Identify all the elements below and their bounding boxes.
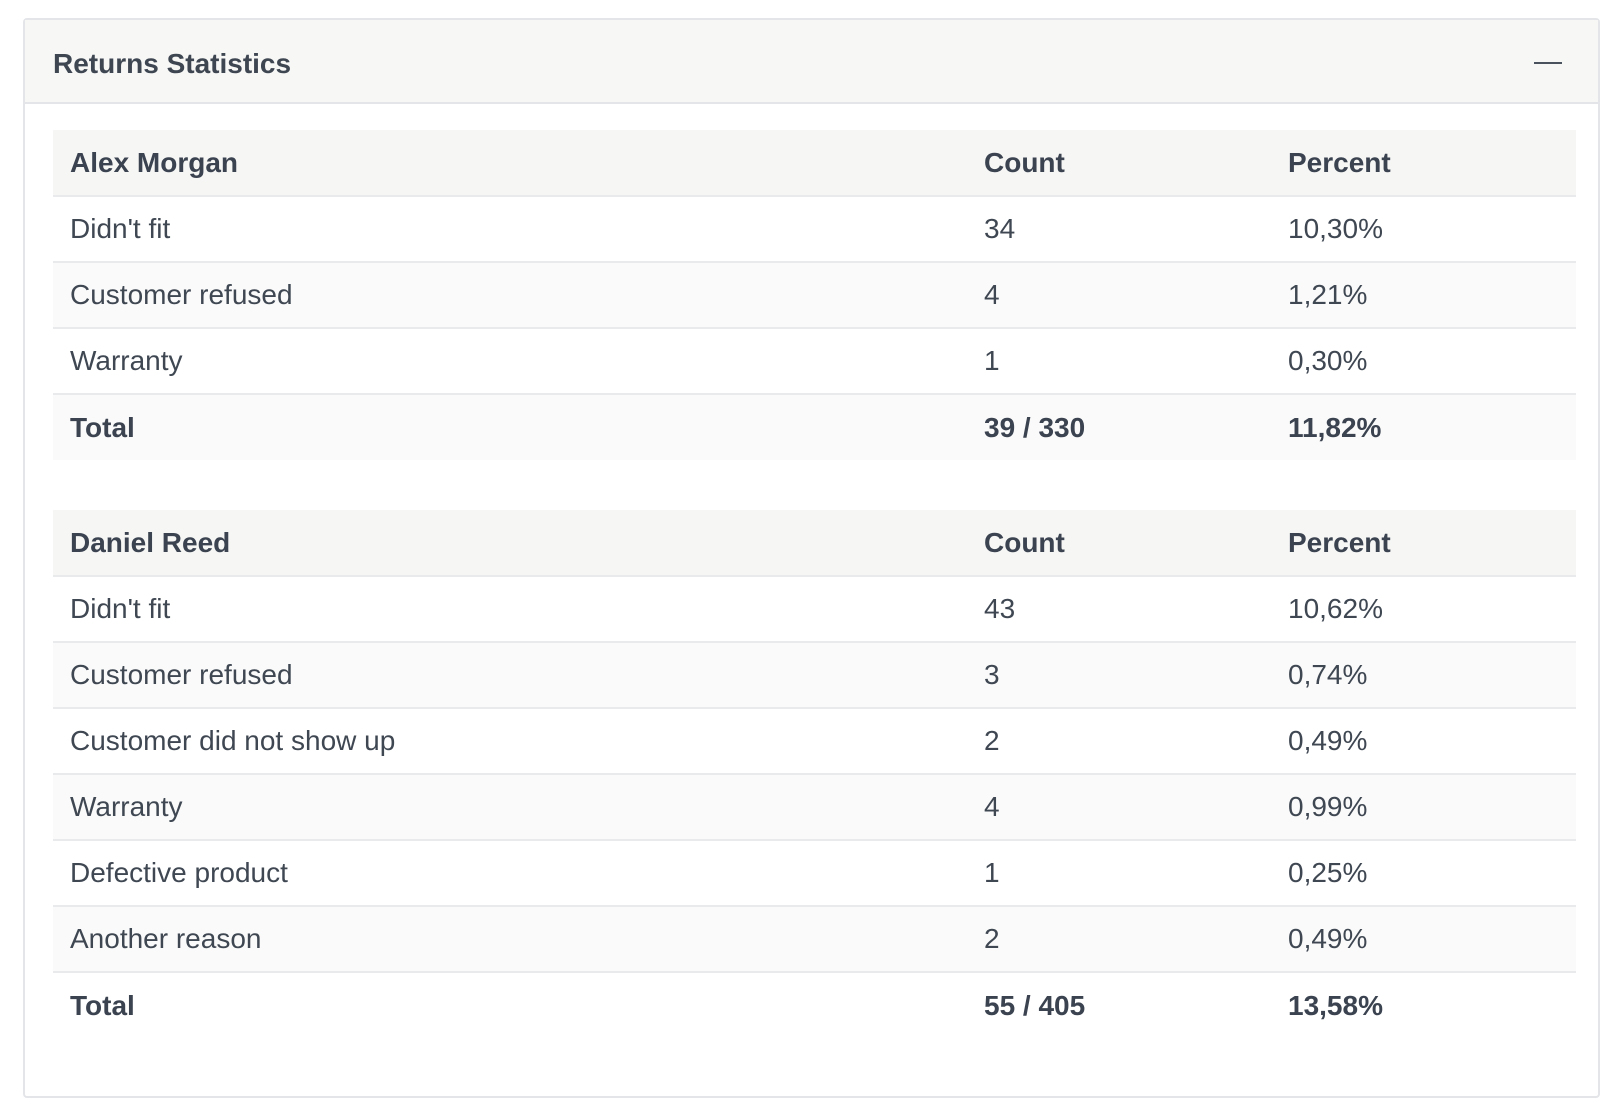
percent-cell: 1,21% xyxy=(1271,262,1576,329)
returns-statistics-panel: Returns Statistics Alex Morgan Count Per… xyxy=(23,18,1600,1098)
panel-title: Returns Statistics xyxy=(53,48,292,79)
table-row: Customer refused 4 1,21% xyxy=(53,262,1576,329)
reason-cell: Customer refused xyxy=(53,642,967,709)
percent-cell: 10,62% xyxy=(1271,576,1576,643)
reason-cell: Another reason xyxy=(53,906,967,973)
person-name-header: Alex Morgan xyxy=(53,130,967,197)
total-row: Total 39 / 330 11,82% xyxy=(53,394,1576,460)
percent-cell: 0,30% xyxy=(1271,328,1576,395)
percent-cell: 10,30% xyxy=(1271,196,1576,263)
table-row: Warranty 4 0,99% xyxy=(53,774,1576,841)
reason-cell: Customer refused xyxy=(53,262,967,329)
person-name-header: Daniel Reed xyxy=(53,510,967,577)
total-row: Total 55 / 405 13,58% xyxy=(53,972,1576,1038)
reason-cell: Didn't fit xyxy=(53,196,967,263)
count-cell: 4 xyxy=(967,262,1271,329)
table-row: Defective product 1 0,25% xyxy=(53,840,1576,907)
percent-header: Percent xyxy=(1271,130,1576,197)
returns-table-alex-morgan: Alex Morgan Count Percent Didn't fit 34 … xyxy=(53,130,1576,460)
percent-cell: 0,49% xyxy=(1271,708,1576,775)
table-row: Customer did not show up 2 0,49% xyxy=(53,708,1576,775)
count-cell: 2 xyxy=(967,708,1271,775)
total-count: 55 / 405 xyxy=(967,972,1271,1038)
table-header-row: Alex Morgan Count Percent xyxy=(53,130,1576,197)
percent-cell: 0,25% xyxy=(1271,840,1576,907)
total-percent: 13,58% xyxy=(1271,972,1576,1038)
count-cell: 1 xyxy=(967,840,1271,907)
panel-header: Returns Statistics xyxy=(25,20,1598,104)
reason-cell: Customer did not show up xyxy=(53,708,967,775)
percent-cell: 0,99% xyxy=(1271,774,1576,841)
table-row: Didn't fit 34 10,30% xyxy=(53,196,1576,263)
total-count: 39 / 330 xyxy=(967,394,1271,460)
count-header: Count xyxy=(967,510,1271,577)
reason-cell: Defective product xyxy=(53,840,967,907)
minus-icon xyxy=(1534,62,1562,64)
count-cell: 1 xyxy=(967,328,1271,395)
collapse-button[interactable] xyxy=(1530,46,1570,80)
total-label: Total xyxy=(53,972,967,1038)
total-label: Total xyxy=(53,394,967,460)
percent-header: Percent xyxy=(1271,510,1576,577)
count-cell: 3 xyxy=(967,642,1271,709)
table-row: Warranty 1 0,30% xyxy=(53,328,1576,395)
returns-table-daniel-reed: Daniel Reed Count Percent Didn't fit 43 … xyxy=(53,510,1576,1038)
table-row: Customer refused 3 0,74% xyxy=(53,642,1576,709)
count-cell: 4 xyxy=(967,774,1271,841)
count-cell: 34 xyxy=(967,196,1271,263)
count-cell: 43 xyxy=(967,576,1271,643)
percent-cell: 0,74% xyxy=(1271,642,1576,709)
table-row: Another reason 2 0,49% xyxy=(53,906,1576,973)
count-cell: 2 xyxy=(967,906,1271,973)
reason-cell: Warranty xyxy=(53,774,967,841)
count-header: Count xyxy=(967,130,1271,197)
reason-cell: Warranty xyxy=(53,328,967,395)
table-row: Didn't fit 43 10,62% xyxy=(53,576,1576,643)
percent-cell: 0,49% xyxy=(1271,906,1576,973)
table-header-row: Daniel Reed Count Percent xyxy=(53,510,1576,577)
reason-cell: Didn't fit xyxy=(53,576,967,643)
total-percent: 11,82% xyxy=(1271,394,1576,460)
